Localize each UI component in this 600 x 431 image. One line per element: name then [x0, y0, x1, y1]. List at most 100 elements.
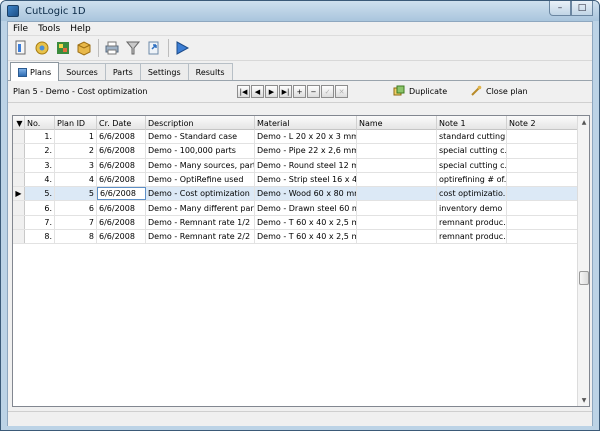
- table-row[interactable]: ▶ 5. 5 6/6/2008 Demo - Cost optimization Demo…: [13, 187, 578, 202]
- cell-no[interactable]: 8.: [25, 230, 55, 244]
- cell-description[interactable]: Demo - Many sources, parts: [146, 158, 255, 172]
- print-button[interactable]: [102, 38, 122, 58]
- row-indicator[interactable]: [13, 201, 25, 215]
- cell-name[interactable]: [357, 158, 437, 172]
- first-record-button[interactable]: |◀: [237, 85, 250, 98]
- row-indicator[interactable]: [13, 130, 25, 144]
- cell-cr-date[interactable]: 6/6/2008: [97, 130, 146, 144]
- cell-description[interactable]: Demo - OptiRefine used: [146, 172, 255, 187]
- cell-note-1[interactable]: optirefining # of...: [437, 172, 507, 187]
- cell-cr-date[interactable]: 6/6/2008: [97, 172, 146, 187]
- col-note-2[interactable]: Note 2: [507, 116, 578, 130]
- cell-material[interactable]: Demo - Strip steel 16 x 4 ...: [255, 172, 357, 187]
- cell-note-2[interactable]: [507, 130, 578, 144]
- cell-plan-id[interactable]: 2: [55, 144, 97, 158]
- cell-cr-date[interactable]: 6/6/2008: [97, 187, 146, 201]
- column-menu-icon[interactable]: ▼: [13, 116, 25, 130]
- cell-note-1[interactable]: special cutting c...: [437, 144, 507, 158]
- cell-note-2[interactable]: [507, 158, 578, 172]
- menu-help[interactable]: Help: [65, 24, 96, 34]
- cell-name[interactable]: [357, 144, 437, 158]
- cell-name[interactable]: [357, 215, 437, 230]
- col-description[interactable]: Description: [146, 116, 255, 130]
- vertical-scrollbar[interactable]: ▲ ▼: [577, 116, 589, 406]
- next-record-button[interactable]: ▶: [265, 85, 278, 98]
- cell-material[interactable]: Demo - L 20 x 20 x 3 mm: [255, 130, 357, 144]
- cell-name[interactable]: [357, 187, 437, 201]
- col-note-1[interactable]: Note 1: [437, 116, 507, 130]
- cell-material[interactable]: Demo - T 60 x 40 x 2,5 mm: [255, 230, 357, 244]
- scroll-thumb[interactable]: [579, 271, 589, 285]
- cell-material[interactable]: Demo - Round steel 12 mm: [255, 158, 357, 172]
- optimize-button[interactable]: [53, 38, 73, 58]
- table-row[interactable]: 7. 7 6/6/2008 Demo - Remnant rate 1/2 Demo -…: [13, 215, 578, 231]
- title-bar[interactable]: CutLogic 1D – □ ✕: [1, 1, 599, 21]
- post-record-button[interactable]: ✓: [321, 85, 334, 98]
- cell-plan-id[interactable]: 7: [55, 215, 97, 230]
- cell-description[interactable]: Demo - Many different parts: [146, 201, 255, 215]
- minimize-button[interactable]: –: [549, 1, 571, 16]
- menu-tools[interactable]: Tools: [33, 24, 65, 34]
- cell-no[interactable]: 2.: [25, 144, 55, 158]
- scroll-down-icon[interactable]: ▼: [578, 394, 590, 406]
- add-record-button[interactable]: +: [293, 85, 306, 98]
- cell-note-2[interactable]: [507, 201, 578, 215]
- cell-plan-id[interactable]: 5: [55, 187, 97, 201]
- prev-record-button[interactable]: ◀: [251, 85, 264, 98]
- row-indicator[interactable]: [13, 230, 25, 244]
- cell-note-2[interactable]: [507, 187, 578, 201]
- cell-no[interactable]: 1.: [25, 130, 55, 144]
- tab-results[interactable]: Results: [187, 63, 233, 80]
- col-material[interactable]: Material: [255, 116, 357, 130]
- table-row[interactable]: 2. 2 6/6/2008 Demo - 100,000 parts Demo - Pi…: [13, 144, 578, 159]
- row-indicator[interactable]: [13, 158, 25, 172]
- cell-cr-date[interactable]: 6/6/2008: [97, 201, 146, 215]
- cell-plan-id[interactable]: 6: [55, 201, 97, 215]
- row-indicator[interactable]: [13, 215, 25, 230]
- cell-description[interactable]: Demo - Standard case: [146, 130, 255, 144]
- table-row[interactable]: 6. 6 6/6/2008 Demo - Many different parts De…: [13, 201, 578, 216]
- tab-sources[interactable]: Sources: [58, 63, 106, 80]
- menu-file[interactable]: File: [8, 24, 33, 34]
- tab-parts[interactable]: Parts: [104, 63, 141, 80]
- box-button[interactable]: [74, 38, 94, 58]
- col-plan-id[interactable]: Plan ID: [55, 116, 97, 130]
- run-button[interactable]: [172, 38, 192, 58]
- cell-plan-id[interactable]: 1: [55, 130, 97, 144]
- cell-cr-date[interactable]: 6/6/2008: [97, 158, 146, 172]
- row-indicator[interactable]: ▶: [13, 187, 25, 201]
- last-record-button[interactable]: ▶|: [279, 85, 292, 98]
- table-row[interactable]: 8. 8 6/6/2008 Demo - Remnant rate 2/2 Demo -…: [13, 230, 578, 245]
- cancel-record-button[interactable]: ✕: [335, 85, 348, 98]
- cell-description[interactable]: Demo - Remnant rate 2/2: [146, 230, 255, 244]
- cell-no[interactable]: 4.: [25, 172, 55, 187]
- cell-plan-id[interactable]: 4: [55, 172, 97, 187]
- cell-note-2[interactable]: [507, 172, 578, 187]
- cell-material[interactable]: Demo - T 60 x 40 x 2,5 mm: [255, 215, 357, 230]
- cell-cr-date[interactable]: 6/6/2008: [97, 144, 146, 158]
- cell-name[interactable]: [357, 130, 437, 144]
- cell-no[interactable]: 5.: [25, 187, 55, 201]
- cell-material[interactable]: Demo - Drawn steel 60 mm: [255, 201, 357, 215]
- table-row[interactable]: 4. 4 6/6/2008 Demo - OptiRefine used Demo - …: [13, 172, 578, 188]
- tab-plans[interactable]: Plans: [10, 62, 60, 81]
- cell-no[interactable]: 7.: [25, 215, 55, 230]
- filter-button[interactable]: [123, 38, 143, 58]
- cell-plan-id[interactable]: 3: [55, 158, 97, 172]
- cell-note-1[interactable]: remnant produc...: [437, 215, 507, 230]
- cell-material[interactable]: Demo - Wood 60 x 80 mm: [255, 187, 357, 201]
- duplicate-button[interactable]: Duplicate: [393, 85, 447, 97]
- cell-no[interactable]: 6.: [25, 201, 55, 215]
- close-plan-button[interactable]: Close plan: [470, 85, 528, 97]
- cell-note-2[interactable]: [507, 230, 578, 244]
- import-button[interactable]: [144, 38, 164, 58]
- new-plan-button[interactable]: [11, 38, 31, 58]
- delete-record-button[interactable]: −: [307, 85, 320, 98]
- col-name[interactable]: Name: [357, 116, 437, 130]
- cell-note-1[interactable]: cost optimizatio...: [437, 187, 507, 201]
- cell-plan-id[interactable]: 8: [55, 230, 97, 244]
- cell-note-1[interactable]: remnant produc...: [437, 230, 507, 244]
- cell-material[interactable]: Demo - Pipe 22 x 2,6 mm: [255, 144, 357, 158]
- cell-name[interactable]: [357, 172, 437, 187]
- open-button[interactable]: [32, 38, 52, 58]
